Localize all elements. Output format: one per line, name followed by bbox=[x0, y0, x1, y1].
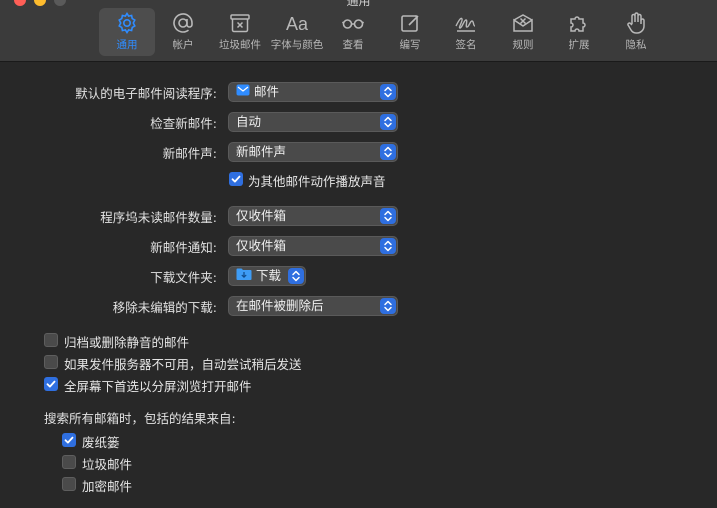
check-mail-label: 检查新邮件: bbox=[150, 116, 217, 131]
chevron-updown-icon bbox=[380, 114, 396, 130]
tab-rules[interactable]: 规则 bbox=[495, 8, 551, 56]
check-mail-popup[interactable]: 自动 bbox=[228, 112, 398, 132]
downloads-folder-value: 下载 bbox=[256, 268, 282, 283]
play-sounds-checkbox[interactable] bbox=[229, 172, 243, 186]
downloads-folder-label: 下载文件夹: bbox=[150, 270, 217, 285]
default-reader-label: 默认的电子邮件阅读程序: bbox=[75, 86, 217, 101]
tab-viewing[interactable]: 查看 bbox=[325, 8, 381, 56]
rules-icon bbox=[495, 11, 551, 39]
dock-unread-value: 仅收件箱 bbox=[236, 208, 287, 223]
gear-icon bbox=[99, 11, 155, 39]
split-view-label: 全屏幕下首选以分屏浏览打开邮件 bbox=[64, 379, 252, 394]
signature-icon bbox=[438, 11, 494, 39]
chevron-updown-icon bbox=[380, 298, 396, 314]
tab-signatures[interactable]: 签名 bbox=[438, 8, 494, 56]
checkmark-icon bbox=[64, 436, 74, 444]
new-mail-sound-value: 新邮件声 bbox=[236, 144, 287, 159]
search-encrypted-label: 加密邮件 bbox=[82, 479, 133, 494]
preferences-window: 通用 通用 帐户 垃圾邮件 Aa 字体与颜色 查看 编写 签名 规则 扩展 隐私… bbox=[0, 0, 717, 508]
tab-composing[interactable]: 编写 bbox=[382, 8, 438, 56]
new-mail-sound-popup[interactable]: 新邮件声 bbox=[228, 142, 398, 162]
mail-app-icon bbox=[236, 83, 250, 101]
tab-accounts[interactable]: 帐户 bbox=[155, 8, 211, 56]
remove-downloads-popup[interactable]: 在邮件被删除后 bbox=[228, 296, 398, 316]
search-junk-checkbox[interactable] bbox=[62, 455, 76, 469]
checkmark-icon bbox=[231, 175, 241, 183]
toolbar: 通用 通用 帐户 垃圾邮件 Aa 字体与颜色 查看 编写 签名 规则 扩展 隐私 bbox=[0, 0, 717, 62]
new-mail-sound-label: 新邮件声: bbox=[162, 146, 217, 161]
tab-fonts-colors[interactable]: Aa 字体与颜色 bbox=[269, 8, 325, 56]
checkmark-icon bbox=[46, 380, 56, 388]
tab-general[interactable]: 通用 bbox=[99, 8, 155, 56]
default-reader-popup[interactable]: 邮件 bbox=[228, 82, 398, 102]
new-notifications-popup[interactable]: 仅收件箱 bbox=[228, 236, 398, 256]
puzzle-icon bbox=[551, 11, 607, 39]
chevron-updown-icon bbox=[380, 84, 396, 100]
default-reader-value: 邮件 bbox=[254, 84, 280, 99]
tab-junk-mail[interactable]: 垃圾邮件 bbox=[212, 8, 268, 56]
remove-downloads-label: 移除未编辑的下载: bbox=[112, 300, 217, 315]
chevron-updown-icon bbox=[288, 268, 304, 284]
play-sounds-label: 为其他邮件动作播放声音 bbox=[248, 174, 386, 189]
downloads-folder-icon bbox=[236, 267, 252, 285]
remove-downloads-value: 在邮件被删除后 bbox=[236, 298, 324, 313]
search-junk-label: 垃圾邮件 bbox=[82, 457, 133, 472]
tab-extensions[interactable]: 扩展 bbox=[551, 8, 607, 56]
new-notifications-value: 仅收件箱 bbox=[236, 238, 287, 253]
downloads-folder-popup[interactable]: 下载 bbox=[228, 266, 306, 286]
hand-icon bbox=[608, 11, 664, 39]
search-encrypted-checkbox[interactable] bbox=[62, 477, 76, 491]
archive-muted-label: 归档或删除静音的邮件 bbox=[64, 335, 190, 350]
check-mail-value: 自动 bbox=[236, 114, 262, 129]
dock-unread-label: 程序坞未读邮件数量: bbox=[100, 210, 217, 225]
archive-muted-checkbox[interactable] bbox=[44, 333, 58, 347]
chevron-updown-icon bbox=[380, 144, 396, 160]
search-trash-label: 废纸篓 bbox=[82, 435, 120, 450]
tab-privacy[interactable]: 隐私 bbox=[608, 8, 664, 56]
junk-mail-icon bbox=[212, 11, 268, 39]
chevron-updown-icon bbox=[380, 238, 396, 254]
search-trash-checkbox[interactable] bbox=[62, 433, 76, 447]
send-later-label: 如果发件服务器不可用，自动尝试稍后发送 bbox=[64, 357, 302, 372]
fonts-icon: Aa bbox=[285, 14, 309, 34]
search-results-heading: 搜索所有邮箱时，包括的结果来自: bbox=[44, 411, 236, 426]
glasses-icon bbox=[325, 11, 381, 39]
compose-icon bbox=[382, 11, 438, 39]
at-sign-icon bbox=[155, 11, 211, 39]
dock-unread-popup[interactable]: 仅收件箱 bbox=[228, 206, 398, 226]
chevron-updown-icon bbox=[380, 208, 396, 224]
send-later-checkbox[interactable] bbox=[44, 355, 58, 369]
general-pane: 默认的电子邮件阅读程序: 邮件 检查新邮件: 自动 新邮件声: 新邮件声 为其他… bbox=[0, 62, 717, 508]
new-notifications-label: 新邮件通知: bbox=[150, 240, 217, 255]
split-view-checkbox[interactable] bbox=[44, 377, 58, 391]
